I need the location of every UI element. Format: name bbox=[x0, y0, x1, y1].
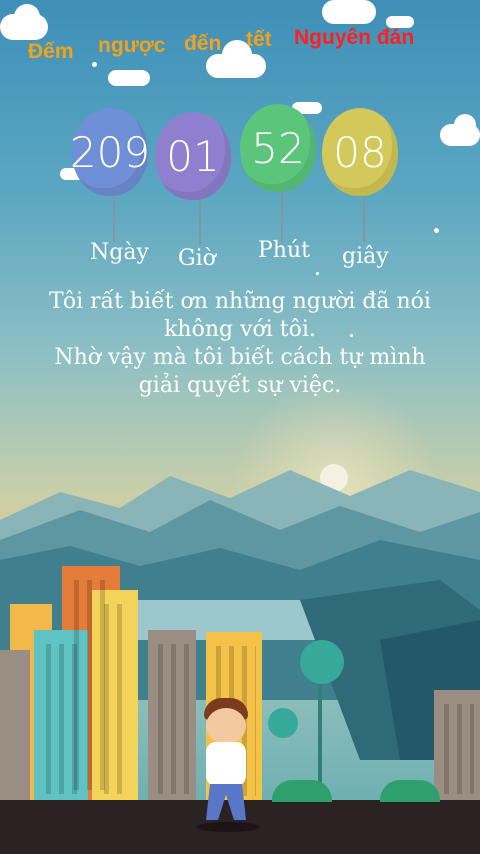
tree bbox=[272, 780, 332, 802]
tree bbox=[380, 780, 440, 802]
building-windows bbox=[440, 704, 474, 794]
walking-boy bbox=[196, 698, 260, 832]
tree bbox=[300, 640, 344, 684]
building-windows bbox=[154, 644, 190, 794]
building-windows bbox=[42, 644, 80, 794]
countdown-screen: Đếm ngược đến tết Nguyên đán 209 01 52 0… bbox=[0, 0, 480, 854]
boy-legs bbox=[206, 784, 246, 820]
boy-shadow bbox=[196, 822, 260, 832]
building-windows bbox=[100, 604, 130, 794]
boy-face bbox=[206, 708, 246, 744]
building bbox=[0, 650, 30, 800]
boy-shirt bbox=[206, 742, 246, 786]
tree bbox=[268, 708, 298, 738]
